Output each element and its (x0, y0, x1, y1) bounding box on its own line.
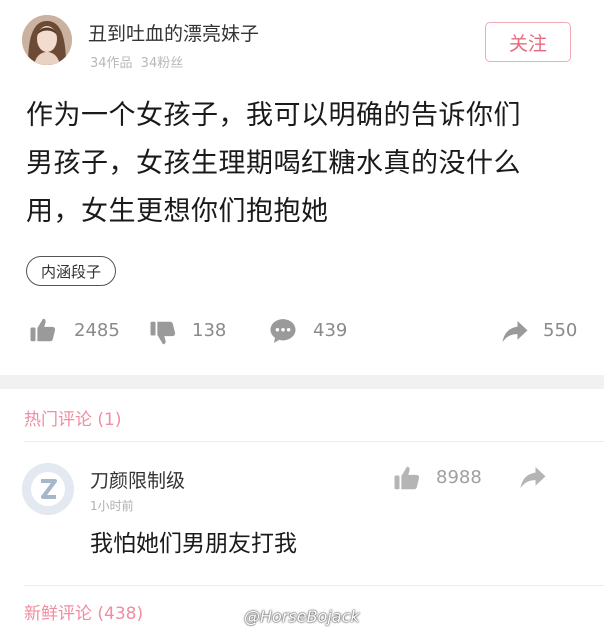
post-text-line: 男孩子，女孩生理期喝红糖水真的没什么 (26, 148, 521, 179)
dislike-button[interactable] (148, 318, 178, 352)
comment-like-button[interactable] (392, 463, 422, 497)
post-text[interactable]: 作为一个女孩子，我可以明确的告诉你们 男孩子，女孩生理期喝红糖水真的没什么 用，… (26, 92, 586, 236)
commenter-name[interactable]: 刀颜限制级 (90, 466, 185, 493)
thumbs-up-icon (30, 318, 56, 342)
thumbs-down-icon (150, 321, 176, 345)
fresh-comments-title: 新鲜评论 (438) (24, 604, 144, 624)
like-count: 2485 (74, 320, 120, 341)
comment-share-button[interactable] (518, 462, 548, 496)
comment-button[interactable] (268, 316, 298, 350)
fresh-comments-rule (24, 585, 604, 586)
share-count: 550 (543, 320, 578, 341)
share-button[interactable] (500, 316, 530, 350)
author-stats: 34作品 34粉丝 (90, 56, 184, 71)
avatar-photo-icon (22, 15, 72, 65)
comment-time: 1小时前 (90, 499, 134, 513)
default-avatar-icon (22, 463, 74, 515)
commenter-avatar[interactable] (22, 463, 74, 515)
share-arrow-icon (520, 467, 546, 489)
like-button[interactable] (28, 315, 58, 349)
section-divider (0, 375, 604, 389)
share-arrow-icon (502, 321, 528, 343)
author-avatar[interactable] (22, 15, 72, 65)
comment-text[interactable]: 我怕她们男朋友打我 (90, 524, 297, 558)
comment-count: 439 (313, 320, 348, 341)
hot-comments-title: 热门评论 (1) (24, 410, 122, 430)
post-text-line: 用，女生更想你们抱抱她 (26, 196, 329, 227)
hot-comments-rule (24, 441, 604, 442)
author-name[interactable]: 丑到吐血的漂亮妹子 (88, 19, 259, 46)
comment-bubble-icon (270, 319, 296, 343)
follow-button[interactable]: 关注 (485, 22, 571, 62)
category-tag[interactable]: 内涵段子 (26, 256, 117, 286)
post-text-line: 作为一个女孩子，我可以明确的告诉你们 (26, 100, 521, 131)
watermark-text: @HorseBojack (244, 607, 360, 626)
thumbs-up-icon (394, 466, 420, 490)
dislike-count: 138 (192, 320, 227, 341)
comment-like-count: 8988 (436, 467, 482, 488)
